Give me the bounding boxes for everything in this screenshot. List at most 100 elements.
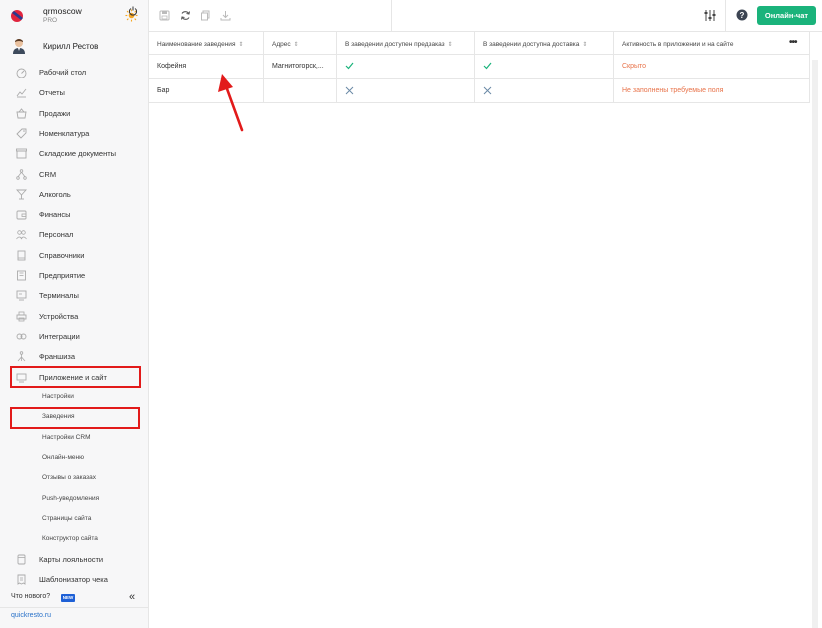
- table-cell[interactable]: [475, 79, 614, 103]
- sort-icon[interactable]: ⇕: [294, 42, 299, 48]
- sort-icon[interactable]: ⇕: [448, 42, 453, 48]
- sidebar-subitem-label: Настройки CRM: [42, 433, 91, 441]
- table-cell[interactable]: [264, 79, 337, 103]
- table-cell[interactable]: [475, 55, 614, 79]
- sidebar-item[interactable]: Финансы: [0, 205, 149, 223]
- sidebar-item-label: Продажи: [39, 108, 71, 118]
- wallet-icon: [16, 210, 27, 220]
- sidebar-subitem[interactable]: Настройки CRM: [0, 429, 149, 447]
- sidebar-item-label: Номенклатура: [39, 128, 90, 138]
- sidebar-item-label: Предприятие: [39, 271, 86, 280]
- column-header[interactable]: Активность в приложении и на сайте: [614, 32, 810, 55]
- sidebar-item[interactable]: Интеграции: [0, 327, 149, 345]
- sort-icon[interactable]: ⇕: [582, 42, 587, 48]
- scrollbar[interactable]: [812, 60, 818, 628]
- chart-icon: [16, 89, 27, 98]
- new-badge: NEW: [61, 594, 75, 602]
- more-options-icon[interactable]: •••: [789, 37, 797, 48]
- sidebar-item[interactable]: Франшиза: [0, 347, 149, 365]
- glass-icon: [16, 189, 27, 200]
- terminal-icon: [16, 290, 27, 301]
- brand-logo-icon: [11, 10, 23, 22]
- sidebar-item-label: Отчеты: [39, 88, 65, 98]
- sidebar-item-label: Терминалы: [39, 291, 79, 301]
- cell-text: Магнитогорск,...: [272, 63, 324, 70]
- sidebar-item[interactable]: Отчеты: [0, 83, 149, 101]
- sidebar-item[interactable]: Продажи: [0, 104, 149, 122]
- table-cell[interactable]: Скрыто: [614, 55, 810, 79]
- highlight-box-app-site: [10, 366, 141, 388]
- sidebar-subitem-label: Онлайн-меню: [42, 453, 84, 461]
- online-chat-button[interactable]: Онлайн-чат: [757, 6, 816, 25]
- sidebar-item[interactable]: Персонал: [0, 225, 149, 243]
- table-cell[interactable]: Не заполнены требуемые поля: [614, 79, 810, 103]
- sidebar-subitem[interactable]: Конструктор сайта: [0, 530, 149, 548]
- sidebar-subitem[interactable]: Push-уведомления: [0, 490, 149, 508]
- sidebar-subitem-label: Страницы сайта: [42, 514, 92, 522]
- tag-icon: [16, 128, 27, 139]
- check-icon: [345, 62, 354, 70]
- svg-text:?: ?: [740, 11, 745, 20]
- sidebar-item[interactable]: Рабочий стол: [0, 63, 149, 81]
- sidebar-subitem-label: Отзывы о заказах: [42, 474, 97, 482]
- help-icon[interactable]: ?: [736, 9, 748, 21]
- download-icon[interactable]: [220, 10, 231, 21]
- sidebar-item[interactable]: Шаблонизатор чека: [0, 570, 149, 588]
- sort-icon[interactable]: ⇕: [238, 42, 243, 48]
- cross-icon: [483, 86, 492, 95]
- table-cell[interactable]: Магнитогорск,...: [264, 55, 337, 79]
- sidebar-subitem[interactable]: Отзывы о заказах: [0, 469, 149, 487]
- franchise-icon: [17, 351, 26, 362]
- sidebar-item[interactable]: Карты лояльности: [0, 550, 149, 568]
- sidebar-item-label: Карты лояльности: [39, 555, 104, 564]
- avatar: [13, 39, 25, 54]
- site-link[interactable]: quickresto.ru: [11, 612, 51, 619]
- sidebar-item[interactable]: Терминалы: [0, 286, 149, 304]
- sidebar-item[interactable]: Номенклатура: [0, 124, 149, 142]
- sidebar-item-label: Устройства: [39, 311, 79, 321]
- status-text: Не заполнены требуемые поля: [622, 87, 724, 94]
- book-icon: [17, 250, 26, 261]
- user-profile[interactable]: Кирилл Рестов: [0, 36, 149, 58]
- sidebar-item[interactable]: Справочники: [0, 246, 149, 264]
- table-cell[interactable]: [337, 79, 475, 103]
- collapse-sidebar-icon[interactable]: «: [129, 591, 135, 603]
- refresh-icon[interactable]: [180, 10, 191, 21]
- sidebar-subitem[interactable]: Онлайн-меню: [0, 449, 149, 467]
- whats-new-link[interactable]: Что нового?: [11, 593, 50, 600]
- sidebar-item[interactable]: CRM: [0, 165, 149, 183]
- sidebar-item-label: Справочники: [39, 250, 85, 260]
- sidebar-item[interactable]: Предприятие: [0, 266, 149, 284]
- box-icon: [16, 148, 27, 159]
- sidebar-subitem-label: Настройки: [42, 393, 74, 400]
- status-text: Скрыто: [622, 63, 647, 70]
- receipt-icon: [17, 574, 26, 586]
- save-icon[interactable]: [159, 10, 170, 21]
- toolbar-divider-right: [725, 0, 726, 31]
- table-cell[interactable]: [337, 55, 475, 79]
- sidebar-item[interactable]: Алкоголь: [0, 185, 149, 203]
- sidebar-subitem[interactable]: Страницы сайта: [0, 510, 149, 528]
- sidebar-subitem[interactable]: Настройки: [0, 388, 149, 406]
- column-header[interactable]: Наименование заведения ⇕: [149, 32, 264, 55]
- power-icon[interactable]: [128, 6, 138, 16]
- people-icon: [16, 230, 27, 240]
- sidebar-subitem-label: Конструктор сайта: [42, 535, 98, 543]
- sidebar-item[interactable]: Устройства: [0, 307, 149, 325]
- check-icon: [483, 62, 492, 70]
- brand-tier: PRO: [43, 17, 58, 24]
- column-header[interactable]: В заведении доступен предзаказ ⇕: [337, 32, 475, 55]
- toolbar-divider: [391, 0, 392, 31]
- column-header[interactable]: В заведении доступна доставка ⇕: [475, 32, 614, 55]
- printer-icon: [16, 311, 27, 321]
- copy-icon[interactable]: [200, 10, 211, 21]
- basket-icon: [16, 107, 27, 119]
- sidebar-item[interactable]: Складские документы: [0, 144, 149, 162]
- column-header[interactable]: Адрес ⇕: [264, 32, 337, 55]
- cell-text: Бар: [157, 87, 170, 94]
- sidebar-item-label: Алкоголь: [39, 189, 71, 199]
- column-settings-icon[interactable]: [704, 9, 716, 22]
- sidebar-item-label: Финансы: [39, 210, 71, 220]
- sidebar: qrmoscow PRO Кирилл Рестов Рабочий стол О…: [0, 0, 149, 628]
- footer-divider: [0, 607, 149, 608]
